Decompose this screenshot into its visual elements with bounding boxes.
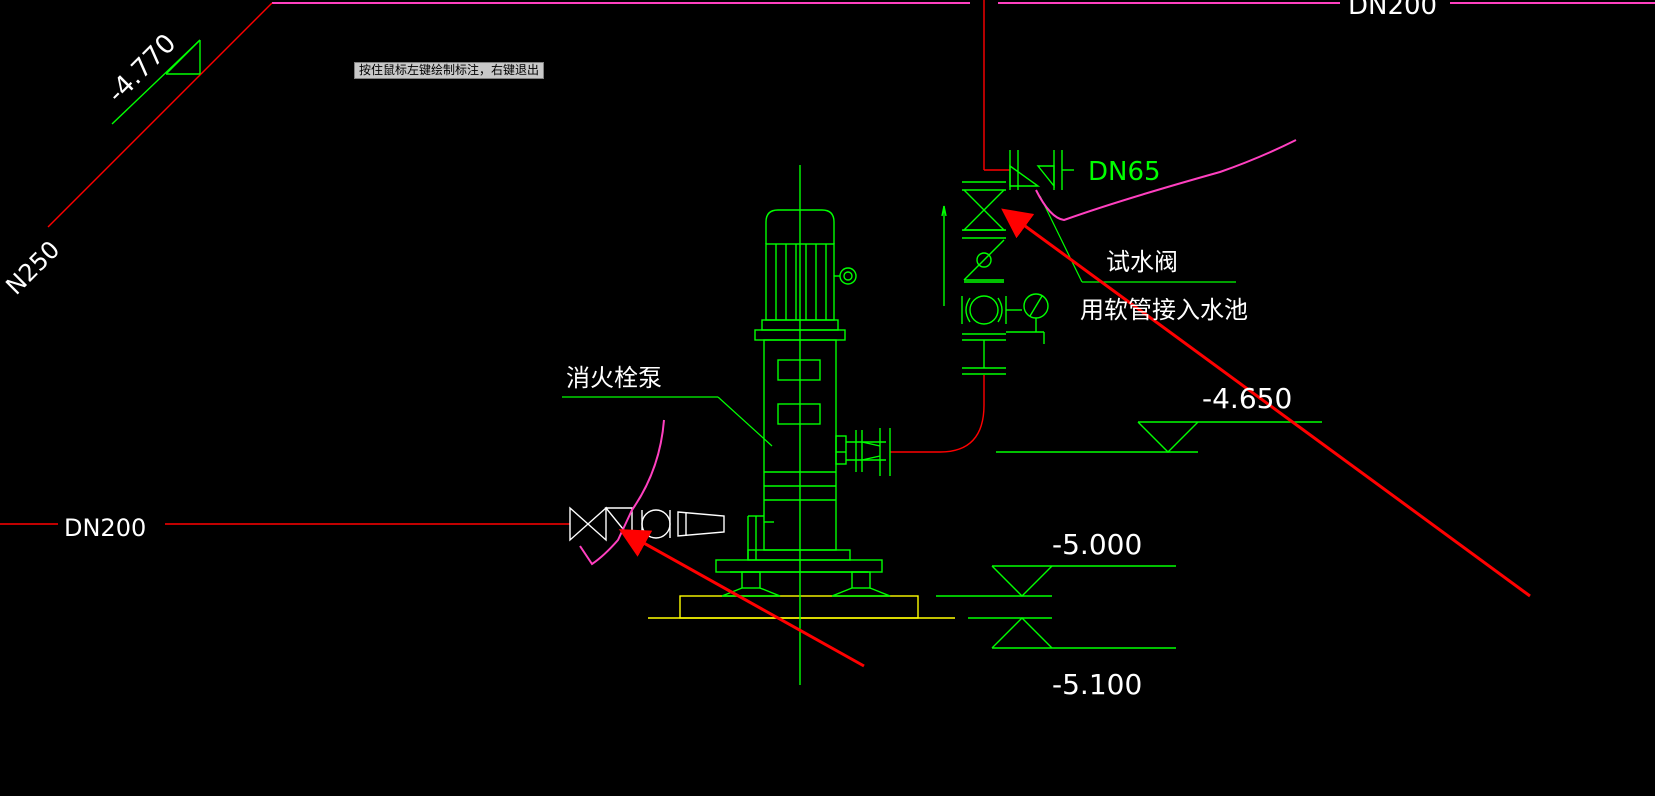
label-test-valve: 试水阀	[1106, 248, 1178, 276]
cad-drawing-canvas[interactable]: DN200 DN200 N250 -4.770 DN65 -4.650 -5.0…	[0, 0, 1655, 796]
command-tooltip: 按住鼠标左键绘制标注，右键退出	[354, 62, 545, 79]
suction-valve[interactable]	[569, 506, 725, 542]
label-pump: 消火栓泵	[566, 364, 662, 392]
label-elev-a: -4.650	[1202, 382, 1292, 415]
revision-clouds	[579, 139, 1297, 566]
markup-arrows	[618, 208, 1531, 668]
label-hose-note: 用软管接入水池	[1080, 296, 1248, 324]
label-pipe-branch: DN65	[1088, 157, 1161, 187]
label-elev-b: -5.000	[1052, 528, 1142, 561]
label-pipe-left: DN200	[64, 514, 146, 542]
pump-base	[648, 595, 955, 619]
discharge-valve-stack[interactable]	[941, 150, 1074, 375]
fire-hydrant-pump[interactable]	[715, 165, 891, 685]
label-pipe-diag: N250	[0, 235, 65, 300]
label-elev-c: -5.100	[1052, 668, 1142, 701]
label-pipe-top: DN200	[1348, 0, 1437, 21]
